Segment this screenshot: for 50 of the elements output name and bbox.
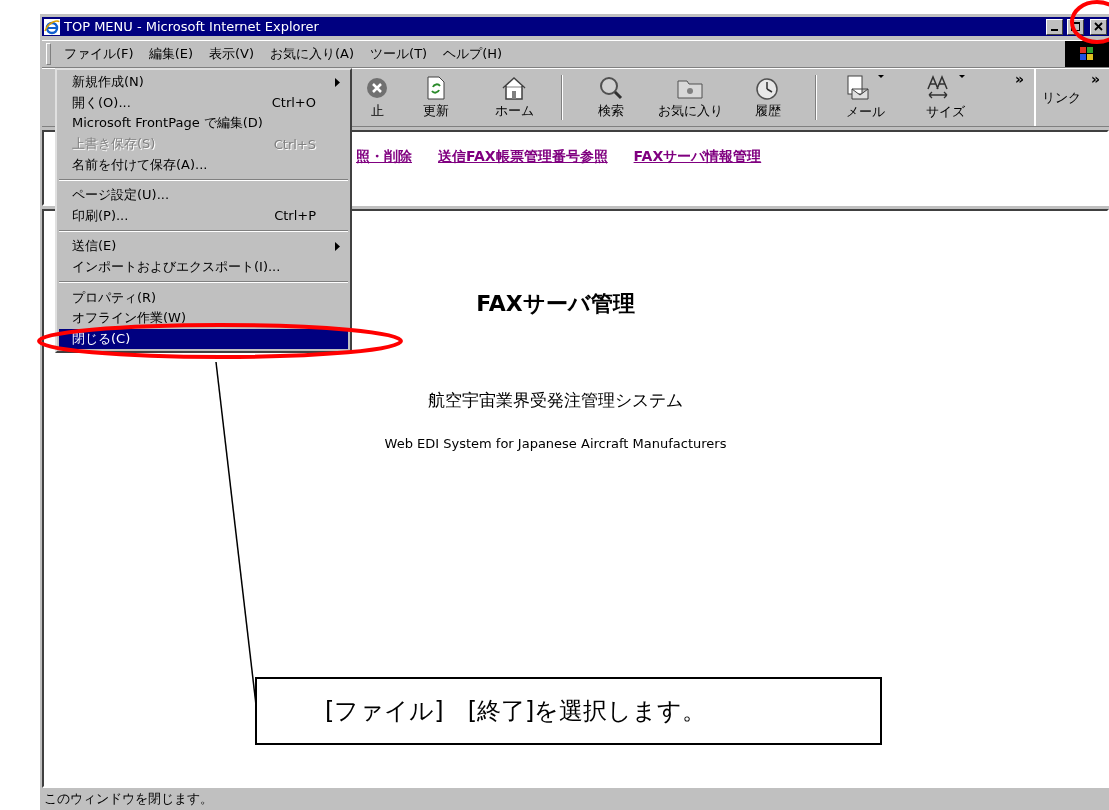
toolbar-button[interactable]: お気に入り xyxy=(651,69,729,126)
menu-entry[interactable]: 開く(O)... Ctrl+O xyxy=(59,92,348,114)
close-button[interactable] xyxy=(1090,18,1107,35)
close-icon xyxy=(1094,22,1103,31)
toolbar-button[interactable]: 止 xyxy=(357,69,397,126)
callout-text: [ファイル] [終了]を選択します。 xyxy=(325,696,707,727)
page-subtitle: Web EDI System for Japanese Aircraft Manufacturers xyxy=(384,436,727,451)
menu-item[interactable]: ヘルプ(H) xyxy=(435,42,511,66)
menu-entry[interactable]: Microsoft FrontPage で編集(D) xyxy=(59,113,348,134)
window-title: TOP MENU - Microsoft Internet Explorer xyxy=(64,19,320,34)
page-subtitle: 航空宇宙業界受発注管理システム xyxy=(428,389,683,412)
more-chevron[interactable]: » xyxy=(1015,71,1025,87)
status-text: このウィンドウを閉じます。 xyxy=(44,790,213,808)
toolbar-button[interactable]: サイズ xyxy=(905,69,985,126)
menu-entry[interactable]: 送信(E) xyxy=(59,236,348,257)
search-icon xyxy=(598,75,624,100)
menu-entry[interactable]: 印刷(P)... Ctrl+P xyxy=(59,205,348,227)
browser-logo-icon xyxy=(44,18,60,35)
minimize-button[interactable] xyxy=(1046,18,1063,35)
toolbar-button[interactable]: ホーム xyxy=(475,69,553,126)
dropdown-arrow-icon xyxy=(878,74,884,78)
dropdown-arrow-icon xyxy=(959,74,965,78)
nav-link[interactable]: FAXサーバ情報管理 xyxy=(633,148,762,166)
links-bar[interactable]: リンク » xyxy=(1034,69,1107,126)
refresh-icon xyxy=(425,75,447,100)
home-icon xyxy=(501,75,527,100)
toolbar-button[interactable]: 検索 xyxy=(571,69,651,126)
menu-entry[interactable]: 新規作成(N) xyxy=(59,72,348,93)
minimize-icon xyxy=(1051,29,1058,31)
menu-entry[interactable]: 名前を付けて保存(A)... xyxy=(59,154,348,175)
nav-link[interactable]: 照・削除 xyxy=(356,148,412,166)
menu-item[interactable]: ツール(T) xyxy=(362,42,436,66)
flag-icon xyxy=(1078,46,1096,62)
menu-item[interactable]: お気に入り(A) xyxy=(262,42,363,66)
menu-entry[interactable]: プロパティ(R) xyxy=(59,287,348,308)
menu-entry[interactable]: オフライン作業(W) xyxy=(59,307,348,329)
menu-entry[interactable]: ページ設定(U)... xyxy=(59,184,348,206)
maximize-icon xyxy=(1071,22,1080,31)
toolbar-button[interactable]: 更新 xyxy=(397,69,475,126)
clock-icon xyxy=(755,75,781,100)
page-title: FAXサーバ管理 xyxy=(476,290,635,318)
menu-entry[interactable]: インポートおよびエクスポート(I)... xyxy=(59,256,348,278)
menu-item[interactable]: ファイル(F) xyxy=(57,43,141,65)
toolbar-button[interactable]: メール xyxy=(825,69,905,126)
menu-item[interactable]: 編集(E) xyxy=(140,42,201,66)
menu-entry[interactable]: 閉じる(C) xyxy=(59,328,348,350)
toolbar-button[interactable]: 履歴 xyxy=(729,69,807,126)
menu-item[interactable]: 表示(V) xyxy=(201,42,263,66)
stop-icon xyxy=(365,75,389,100)
nav-link[interactable]: 送信FAX帳票管理番号参照 xyxy=(438,148,608,166)
